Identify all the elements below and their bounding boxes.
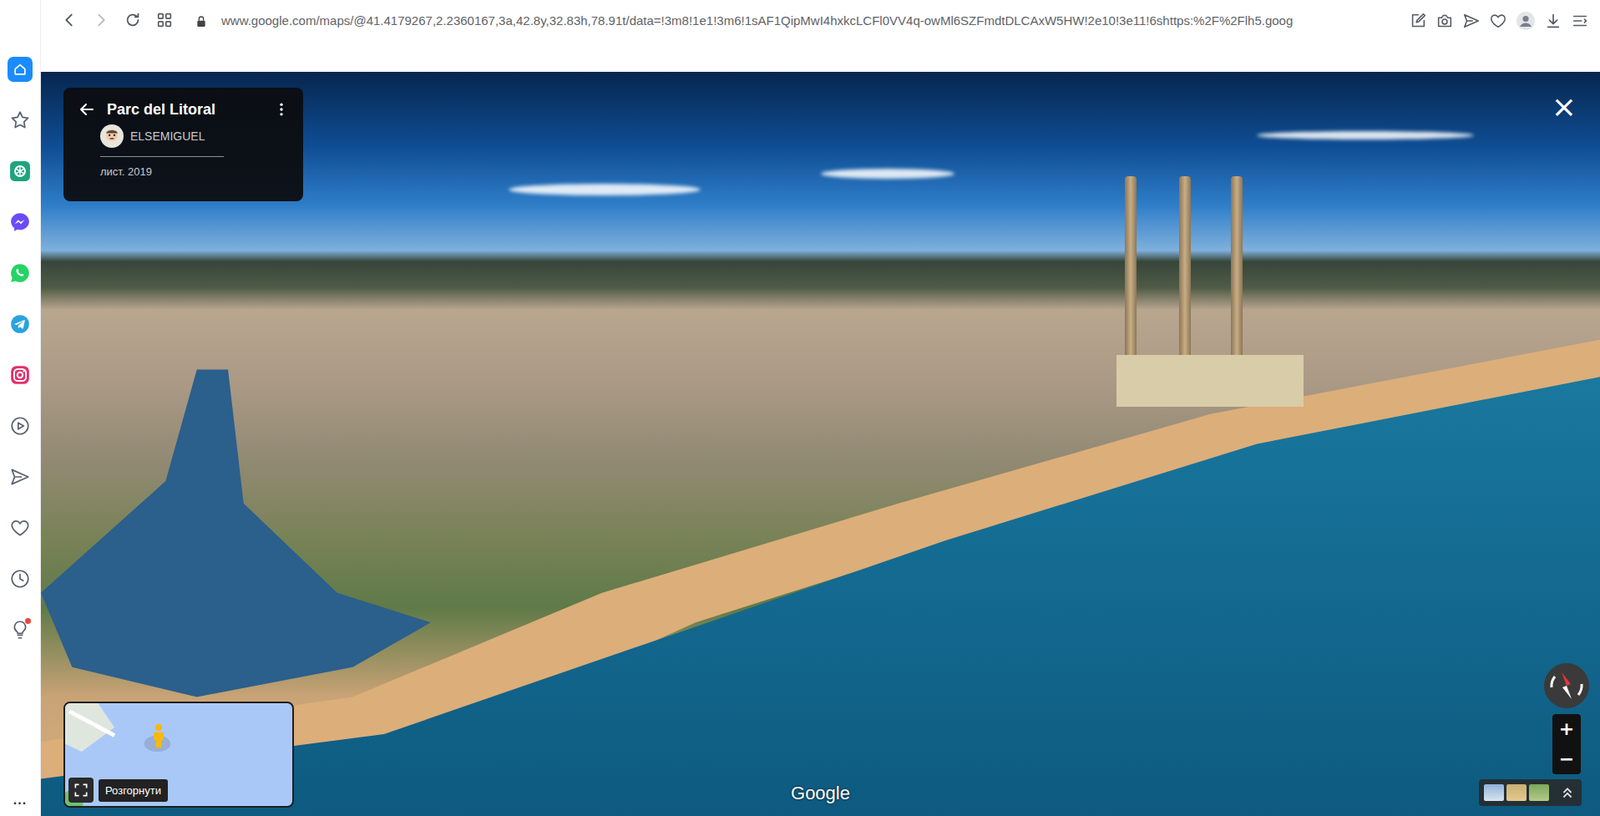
forward-button[interactable] xyxy=(89,8,113,32)
zoom-control: +− xyxy=(1552,713,1581,775)
send-icon xyxy=(1462,11,1481,31)
sidebar-item[interactable] xyxy=(7,464,33,490)
author-row[interactable]: ELSEMIGUEL xyxy=(100,124,290,148)
arrow-right-icon xyxy=(91,10,111,30)
heart-icon xyxy=(1488,11,1508,31)
layer-thumbnail[interactable] xyxy=(1483,784,1504,801)
sidebar-item[interactable] xyxy=(7,515,33,541)
layer-thumbnail[interactable] xyxy=(1506,784,1527,801)
instagram-icon xyxy=(9,364,31,386)
info-card: Parc del Litoral ELSEMIGUEL лист. 2019 xyxy=(63,87,304,202)
sidebar-item[interactable] xyxy=(7,56,33,82)
download-button[interactable] xyxy=(1541,9,1565,33)
expand-tooltip: Розгорнути xyxy=(98,779,168,802)
more-vertical-icon[interactable] xyxy=(273,101,290,118)
profile-button[interactable] xyxy=(1513,8,1539,34)
play-icon xyxy=(9,415,31,437)
avatar-icon xyxy=(100,124,124,148)
telegram-icon xyxy=(9,313,31,335)
arrow-left-icon[interactable] xyxy=(76,99,97,120)
camera-icon xyxy=(1435,11,1454,31)
zoom-in-button[interactable]: + xyxy=(1552,713,1581,745)
browser-window: ... www.google.com/maps/@41.4179267,2.236… xyxy=(0,0,1600,816)
address-bar[interactable]: www.google.com/maps/@41.4179267,2.236016… xyxy=(221,8,1400,34)
photo-viewer[interactable]: Parc del Litoral ELSEMIGUEL лист. 2019 × Роз… xyxy=(40,71,1600,816)
grid-icon xyxy=(155,10,174,30)
author-name[interactable]: ELSEMIGUEL xyxy=(130,129,205,143)
compass[interactable] xyxy=(1543,662,1590,709)
reload-button[interactable] xyxy=(121,8,145,32)
edit-icon xyxy=(1408,11,1428,31)
arrow-left-icon xyxy=(60,10,79,30)
more-button[interactable]: ... xyxy=(13,792,27,811)
place-title[interactable]: Parc del Litoral xyxy=(106,101,264,119)
notification-badge xyxy=(25,617,31,624)
sidebar-item[interactable] xyxy=(7,311,33,337)
cloud xyxy=(820,168,955,179)
divider xyxy=(100,156,224,157)
sidebar-item[interactable] xyxy=(7,107,33,133)
reload-icon xyxy=(123,10,142,30)
close-button[interactable]: × xyxy=(1546,90,1582,124)
clock-icon xyxy=(9,567,31,590)
minimap-controls: Розгорнути xyxy=(68,777,168,803)
lock-icon xyxy=(194,15,208,29)
share-button[interactable] xyxy=(1459,9,1484,33)
layers-control[interactable] xyxy=(1478,779,1582,806)
layer-thumbnail[interactable] xyxy=(1529,784,1550,801)
download-icon xyxy=(1544,11,1563,31)
capture-date: лист. 2019 xyxy=(100,165,290,178)
main-area: www.google.com/maps/@41.4179267,2.236016… xyxy=(40,0,1600,816)
sidebar-item[interactable] xyxy=(7,260,33,286)
sidebar-item[interactable] xyxy=(7,209,33,235)
compass-icon xyxy=(1543,662,1590,709)
sidebar-item[interactable] xyxy=(7,158,33,184)
menu-icon xyxy=(1570,11,1590,31)
card-header: Parc del Litoral xyxy=(76,99,290,120)
cloud xyxy=(1256,131,1474,140)
chevrons-up-icon[interactable] xyxy=(1558,783,1577,802)
home-icon xyxy=(11,60,29,78)
power-plant xyxy=(1116,354,1304,407)
menu-button[interactable] xyxy=(1568,9,1592,33)
send-icon xyxy=(9,465,31,488)
google-watermark: Google xyxy=(790,782,851,805)
minimap[interactable]: Розгорнути xyxy=(63,701,294,808)
toolbar-actions xyxy=(1406,8,1592,34)
tabs-button[interactable] xyxy=(152,8,177,32)
zoom-out-button[interactable]: − xyxy=(1552,744,1581,775)
edit-button[interactable] xyxy=(1406,9,1430,33)
expand-button[interactable] xyxy=(68,777,94,803)
back-button[interactable] xyxy=(57,8,82,32)
star-icon xyxy=(9,109,31,132)
sidebar-item[interactable] xyxy=(7,566,33,592)
cloud xyxy=(508,183,701,196)
sidebar-item[interactable] xyxy=(7,617,33,643)
expand-icon xyxy=(72,781,90,799)
pegman-icon[interactable] xyxy=(150,723,168,749)
messenger-icon xyxy=(9,211,31,233)
toolbar: www.google.com/maps/@41.4179267,2.236016… xyxy=(40,0,1600,72)
sidebar: ... xyxy=(0,0,41,816)
sidebar-item[interactable] xyxy=(7,362,33,388)
screenshot-button[interactable] xyxy=(1432,9,1457,33)
navigation xyxy=(57,8,177,32)
profile-icon xyxy=(1515,10,1536,31)
whatsapp-icon xyxy=(9,262,31,284)
sidebar-item[interactable] xyxy=(7,413,33,439)
bookmark-button[interactable] xyxy=(1486,9,1510,33)
chatgpt-icon xyxy=(9,160,31,183)
heart-icon xyxy=(9,516,31,539)
